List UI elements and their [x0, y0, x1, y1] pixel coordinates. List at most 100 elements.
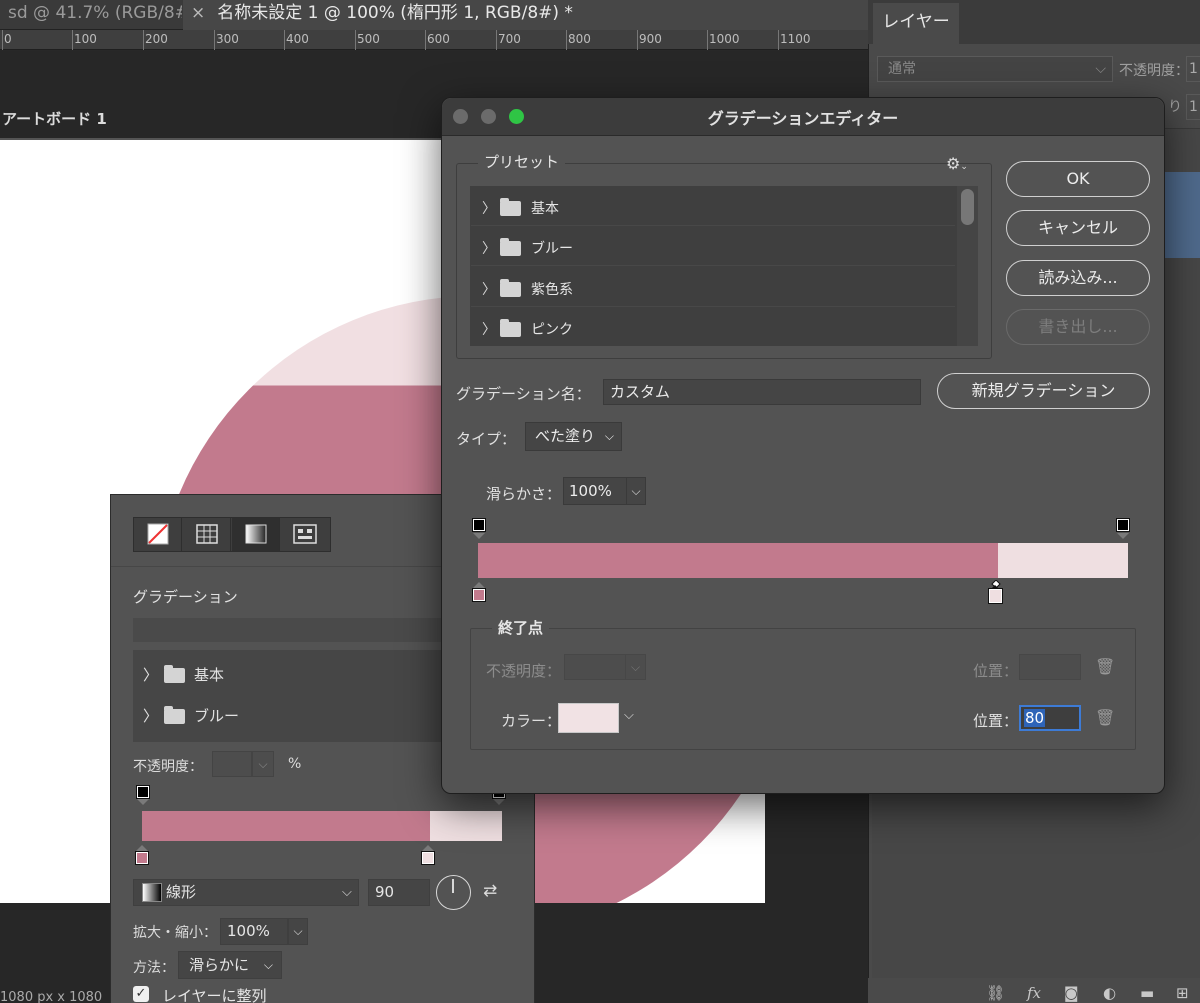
- chevron-down-icon[interactable]: ⌵: [624, 708, 634, 723]
- opacity-stop-right[interactable]: [1116, 518, 1130, 532]
- chevron-down-icon[interactable]: ⌵: [288, 918, 308, 945]
- color-position-input[interactable]: 80: [1019, 705, 1081, 731]
- chevron-right-icon[interactable]: 〉: [482, 198, 496, 218]
- ruler-tick: 100: [74, 32, 97, 46]
- delete-color-stop-trash-icon[interactable]: 🗑: [1095, 708, 1115, 727]
- gradient-ramp[interactable]: [478, 543, 1128, 578]
- new-layer-icon[interactable]: ⊞: [1176, 984, 1189, 1002]
- ruler-tick: 800: [568, 32, 591, 46]
- gradient-type-select[interactable]: べた塗り ⌵: [525, 422, 622, 451]
- opacity-position-input[interactable]: [1019, 654, 1081, 680]
- chevron-down-icon[interactable]: ⌵: [626, 477, 646, 505]
- pattern-fill-icon[interactable]: [281, 518, 329, 551]
- artboard-label[interactable]: アートボード 1: [2, 108, 107, 129]
- folder-icon: [500, 198, 521, 216]
- chevron-right-icon[interactable]: 〉: [482, 238, 496, 258]
- document-status: 1080 px x 1080: [0, 990, 103, 1003]
- link-icon[interactable]: ⛓: [986, 984, 1005, 1002]
- ruler-tick-mark: [355, 30, 356, 50]
- ruler-tick-mark: [566, 30, 567, 50]
- folder-icon: [500, 238, 521, 256]
- new-gradient-button[interactable]: 新規グラデーション: [937, 373, 1150, 409]
- preset-scrollbar-thumb[interactable]: [961, 189, 974, 225]
- opacity-stop-left[interactable]: [472, 518, 486, 532]
- load-button[interactable]: 読み込み...: [1006, 260, 1150, 296]
- stop-opacity-label: 不透明度：: [486, 662, 562, 680]
- document-tab-inactive[interactable]: sd @ 41.7% (RGB/8#): [0, 0, 182, 30]
- layer-opacity-input[interactable]: 1: [1186, 56, 1200, 82]
- color-position-label: 位置：: [973, 712, 1019, 730]
- cancel-button[interactable]: キャンセル: [1006, 210, 1150, 246]
- stop-pointer: [1117, 533, 1129, 539]
- layer-opacity-label: 不透明度：: [1119, 63, 1189, 79]
- panel-gradient-preview[interactable]: [142, 811, 502, 841]
- color-stop-left[interactable]: [472, 588, 486, 602]
- gradient-fill-icon[interactable]: [232, 518, 280, 551]
- stop-color-swatch[interactable]: [558, 703, 619, 733]
- ruler-tick: 300: [216, 32, 239, 46]
- blend-mode-value: 通常: [888, 61, 916, 77]
- chevron-right-icon[interactable]: 〉: [482, 279, 496, 299]
- preset-folder-label: ピンク: [531, 322, 573, 338]
- adjustment-icon[interactable]: ◐: [1103, 984, 1116, 1002]
- delete-opacity-stop-trash-icon[interactable]: 🗑: [1095, 657, 1115, 676]
- align-with-layer-checkbox[interactable]: ✓: [133, 986, 149, 1002]
- gradient-preset-search[interactable]: [133, 618, 443, 642]
- reverse-gradient-icon[interactable]: ⇄: [483, 881, 497, 901]
- gradient-type-value: べた塗り: [535, 427, 596, 445]
- ok-button[interactable]: OK: [1006, 161, 1150, 197]
- panel-opacity-unit: %: [288, 756, 302, 772]
- panel-opacity-stop-left[interactable]: [136, 785, 150, 799]
- tab-layers[interactable]: レイヤー: [873, 3, 959, 44]
- chevron-right-icon[interactable]: 〉: [482, 319, 496, 339]
- smoothness-input[interactable]: 100%: [563, 477, 627, 505]
- fx-icon[interactable]: fx: [1027, 984, 1041, 1002]
- stop-pointer: [473, 533, 485, 539]
- gradient-name-input[interactable]: カスタム: [603, 379, 921, 405]
- ruler-tick: 1000: [709, 32, 740, 46]
- method-label: 方法：: [133, 960, 175, 976]
- pattern-grid-icon[interactable]: [183, 518, 231, 551]
- chevron-down-icon[interactable]: ⌵: [252, 751, 274, 777]
- list-item[interactable]: 〉: [143, 664, 158, 685]
- export-button[interactable]: 書き出し...: [1006, 309, 1150, 345]
- gradient-angle-input[interactable]: 90: [368, 879, 430, 906]
- panel-opacity-input[interactable]: [212, 751, 252, 777]
- ruler-tick-mark: [637, 30, 638, 50]
- blend-mode-select[interactable]: 通常 ⌵: [877, 56, 1113, 82]
- ruler-tick-mark: [2, 30, 3, 50]
- layer-fill-input[interactable]: 1: [1186, 94, 1200, 120]
- stop-pointer: [473, 582, 485, 588]
- panel-color-stop-right[interactable]: [421, 851, 435, 865]
- angle-dial-needle: [452, 879, 454, 893]
- document-tab-active[interactable]: × 名称未設定 1 @ 100% (楕円形 1, RGB/8#) *: [183, 0, 868, 30]
- ruler-tick-mark: [214, 30, 215, 50]
- mask-icon[interactable]: ◙: [1064, 984, 1079, 1002]
- gradient-type-label: タイプ：: [456, 430, 517, 448]
- no-fill-icon[interactable]: [134, 518, 182, 551]
- stop-pointer: [137, 799, 149, 805]
- gradient-type-select[interactable]: 線形: [133, 879, 359, 906]
- folder-icon[interactable]: ▬: [1140, 984, 1154, 1002]
- gradient-folder-label: 基本: [194, 666, 225, 684]
- ruler-tick-mark: [143, 30, 144, 50]
- ruler-tick: 700: [498, 32, 521, 46]
- chevron-down-icon: ⌵: [342, 885, 352, 900]
- panel-color-stop-left[interactable]: [135, 851, 149, 865]
- stop-opacity-input[interactable]: [564, 654, 626, 680]
- selected-layer-row[interactable]: [1162, 172, 1200, 258]
- color-stop-right-selected[interactable]: [988, 588, 1003, 604]
- ruler-tick: 900: [639, 32, 662, 46]
- list-item[interactable]: 〉: [143, 705, 158, 726]
- gradient-preset-list[interactable]: [133, 650, 443, 742]
- close-tab-icon[interactable]: ×: [191, 3, 205, 23]
- method-select[interactable]: 滑らかに ⌵: [178, 951, 282, 979]
- folder-icon: [164, 706, 185, 724]
- ruler-tick-mark: [496, 30, 497, 50]
- chevron-down-icon[interactable]: ⌵: [625, 654, 646, 680]
- gradient-section-title: グラデーション: [133, 588, 238, 606]
- ruler-tick: 500: [357, 32, 380, 46]
- gear-icon[interactable]: ⚙⌄: [946, 154, 968, 173]
- scale-input[interactable]: 100%: [220, 918, 288, 945]
- preset-folder-label: 基本: [531, 201, 559, 217]
